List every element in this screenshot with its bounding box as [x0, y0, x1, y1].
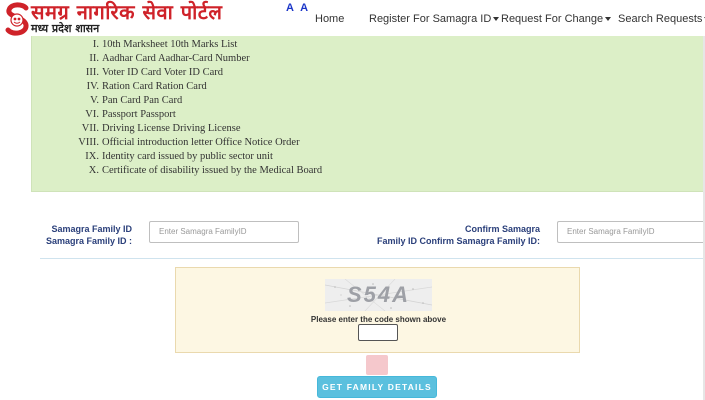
- list-item: II. Aadhar Card Aadhar-Card Number: [89, 53, 250, 64]
- accepted-documents-panel: I. 10th Marksheet 10th Marks List II. Aadh…: [31, 36, 705, 192]
- nav-search-label: Search Requests: [618, 13, 703, 25]
- caret-down-icon: [605, 17, 612, 22]
- captcha-input[interactable]: [358, 324, 398, 341]
- list-item: IV. Ration Card Ration Card: [86, 81, 207, 92]
- captcha-refresh-tab[interactable]: [366, 355, 388, 375]
- nav-register-samagra-id[interactable]: Register For Samagra ID: [369, 13, 500, 25]
- list-item: V. Pan Card Pan Card: [90, 95, 183, 106]
- nav-home-label: Home: [315, 13, 345, 25]
- nav-register-label: Register For Samagra ID: [369, 13, 492, 25]
- font-size-control[interactable]: A A: [286, 2, 310, 14]
- list-item: VI. Passport Passport: [85, 109, 176, 120]
- list-item: IX. Identity card issued by public sector…: [85, 151, 273, 162]
- family-id-label: Samagra Family ID Samagra Family ID :: [45, 224, 132, 246]
- caret-down-icon: [493, 17, 500, 22]
- get-family-details-button[interactable]: GET FAMILY DETAILS: [317, 376, 437, 398]
- nav-request-label: Request For Change: [501, 13, 604, 25]
- nav-search-requests[interactable]: Search Requests: [618, 13, 705, 25]
- captcha-box: S54A Please enter the code shown above: [175, 267, 580, 353]
- top-navbar: समग्र नागरिक सेवा पोर्टल मध्य प्रदेश शास…: [0, 0, 705, 36]
- confirm-family-id-label: Confirm Samagra Family ID Confirm Samagr…: [376, 224, 540, 246]
- list-item: X. Certificate of disability issued by th…: [88, 165, 323, 176]
- family-id-input[interactable]: Enter Samagra FamilyID: [149, 221, 299, 243]
- captcha-code: S54A: [346, 282, 411, 307]
- documents-list: I. 10th Marksheet 10th Marks List II. Aadh…: [67, 38, 322, 178]
- section-divider: [40, 258, 705, 259]
- list-item: VII. Driving License Driving License: [81, 123, 241, 134]
- captcha-image: S54A: [325, 279, 432, 311]
- confirm-family-id-input[interactable]: Enter Samagra FamilyID: [557, 221, 705, 243]
- list-item: I. 10th Marksheet 10th Marks List: [92, 39, 238, 50]
- captcha-hint: Please enter the code shown above: [310, 315, 447, 324]
- list-item: VIII. Official introduction letter Office…: [78, 137, 300, 148]
- portal-subtitle: मध्य प्रदेश शासन: [31, 22, 100, 35]
- samagra-logo-icon[interactable]: [5, 2, 31, 36]
- nav-home[interactable]: Home: [315, 13, 344, 25]
- nav-request-for-change[interactable]: Request For Change: [501, 13, 612, 25]
- list-item: III. Voter ID Card Voter ID Card: [85, 67, 224, 78]
